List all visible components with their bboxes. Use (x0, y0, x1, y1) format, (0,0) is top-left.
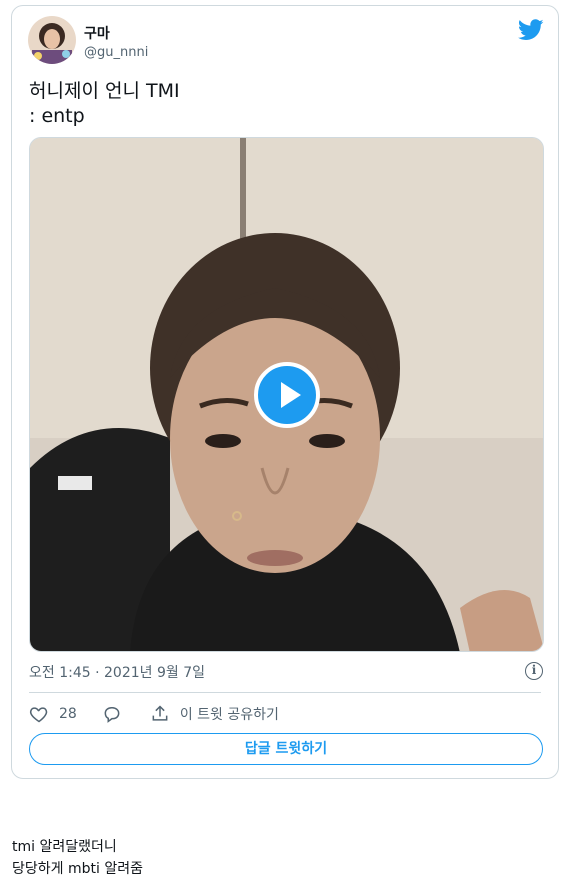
tweet-text-line1: 허니제이 언니 TMI (29, 80, 180, 102)
share-icon (152, 705, 168, 721)
caption-line1: tmi 알려달랬더니 (12, 839, 117, 855)
share-button[interactable]: 이 트윗 공유하기 (150, 704, 279, 724)
avatar[interactable] (28, 16, 76, 64)
tweet-text-line2: : entp (29, 105, 85, 127)
twitter-bird-icon[interactable] (518, 19, 544, 41)
tweet-timestamp[interactable]: 오전 1:45 · 2021년 9월 7일 (29, 662, 205, 682)
like-count: 28 (59, 706, 77, 722)
reply-icon (104, 707, 120, 723)
like-button[interactable]: 28 (29, 704, 77, 724)
user-handle[interactable]: @gu_nnni (84, 45, 148, 60)
video-thumbnail[interactable] (29, 137, 544, 652)
info-icon[interactable]: i (525, 662, 543, 680)
action-bar: 28 이 트윗 공유하기 (29, 703, 279, 725)
play-button[interactable] (254, 362, 320, 428)
reply-action[interactable] (102, 704, 122, 724)
share-label: 이 트윗 공유하기 (179, 707, 279, 723)
divider (29, 692, 541, 693)
heart-icon (29, 707, 48, 723)
display-name[interactable]: 구마 (84, 23, 110, 43)
tweet-card: 구마 @gu_nnni 허니제이 언니 TMI : entp 오전 1:45 ·… (11, 5, 559, 779)
reply-tweet-button[interactable]: 답글 트윗하기 (29, 733, 543, 765)
caption-line2: 당당하게 mbti 알려줌 (12, 861, 143, 877)
